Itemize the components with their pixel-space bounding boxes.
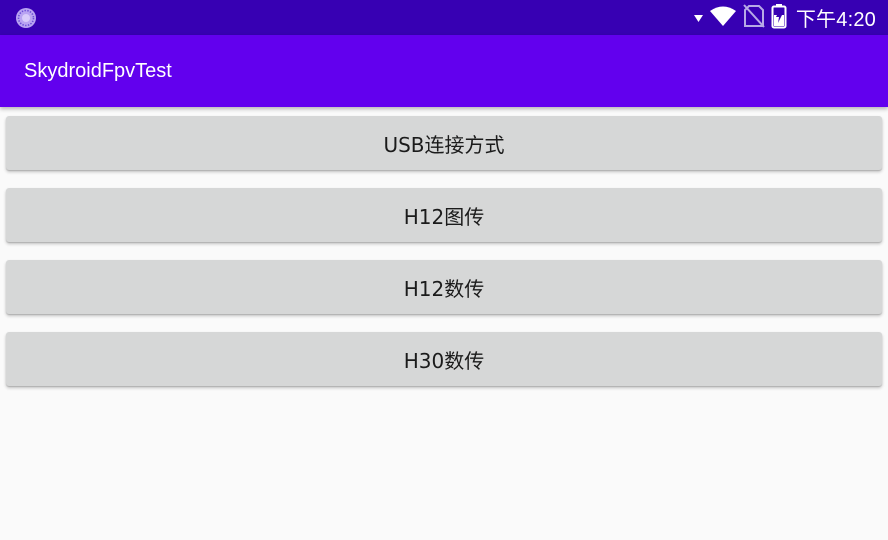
wifi-icon	[709, 5, 737, 31]
status-time: 下午4:20	[795, 9, 876, 31]
battery-charging-icon	[771, 3, 787, 33]
app-bar: SkydroidFpvTest	[0, 35, 888, 107]
loading-spinner-icon	[15, 7, 37, 29]
signal-arrow-icon	[693, 8, 703, 27]
usb-connection-button[interactable]: USB连接方式	[6, 116, 882, 170]
app-screen: 下午4:20 SkydroidFpvTest USB连接方式 H12图传 H12…	[0, 0, 888, 540]
h30-data-link-button[interactable]: H30数传	[6, 332, 882, 386]
h12-video-link-button-label: H12图传	[403, 204, 485, 229]
status-icons: 下午4:20	[688, 0, 876, 35]
app-title: SkydroidFpvTest	[24, 60, 172, 82]
h30-data-link-button-label: H30数传	[403, 348, 485, 373]
no-sim-icon	[743, 3, 765, 32]
h12-data-link-button[interactable]: H12数传	[6, 260, 882, 314]
status-bar: 下午4:20	[0, 0, 888, 35]
usb-connection-button-label: USB连接方式	[383, 132, 505, 157]
h12-video-link-button[interactable]: H12图传	[6, 188, 882, 242]
h12-data-link-button-label: H12数传	[403, 276, 485, 301]
